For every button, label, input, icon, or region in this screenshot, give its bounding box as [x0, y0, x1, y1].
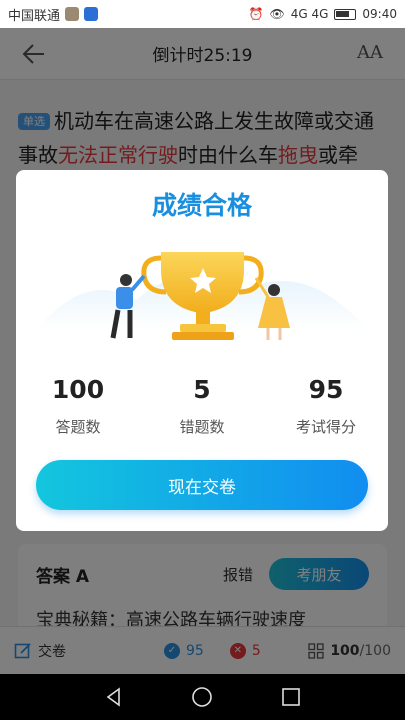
battery-icon: [334, 8, 357, 20]
recent-apps-icon[interactable]: [281, 687, 301, 707]
stat-value: 5: [193, 375, 211, 404]
stat-wrong: 5 错题数: [140, 375, 264, 437]
carrier-name: 中国联通: [8, 8, 61, 24]
stat-label: 考试得分: [295, 418, 356, 436]
home-circle-icon[interactable]: [191, 686, 213, 708]
result-dialog: 成绩合格 100 答题数 5 错题数 95 考试得分 现在交卷: [16, 170, 388, 531]
back-triangle-icon[interactable]: [104, 687, 124, 707]
stat-label: 答题数: [55, 418, 101, 436]
stat-answered: 100 答题数: [16, 375, 140, 437]
status-bar: 中国联通 ⏰ 👁 4G 4G 09:40: [0, 0, 405, 28]
eye-icon: 👁: [269, 7, 285, 21]
stat-value: 100: [51, 375, 105, 404]
system-nav-bar: [0, 674, 405, 720]
submit-now-button[interactable]: 现在交卷: [36, 460, 368, 510]
alarm-icon: ⏰: [248, 7, 264, 21]
stat-score: 95 考试得分: [264, 375, 388, 437]
trophy-illustration: [36, 252, 368, 340]
app-notification-icon: [84, 7, 99, 21]
network-label: 4G 4G: [290, 7, 329, 21]
status-icons: ⏰ 👁 4G 4G 09:40: [249, 7, 397, 21]
result-stats: 100 答题数 5 错题数 95 考试得分: [16, 375, 388, 437]
app-notification-icon: [65, 7, 80, 21]
clock: 09:40: [362, 7, 397, 21]
stat-value: 95: [308, 375, 344, 404]
result-title: 成绩合格: [151, 191, 252, 220]
carrier-group: 中国联通: [8, 5, 99, 24]
stat-label: 错题数: [179, 418, 225, 436]
